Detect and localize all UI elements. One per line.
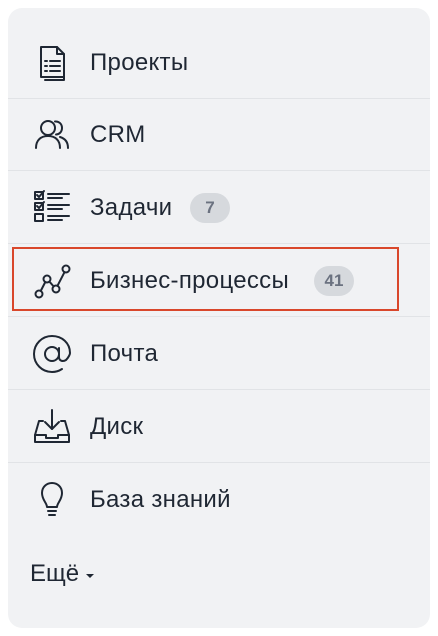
more-menu-toggle[interactable]: Ещё xyxy=(30,560,95,588)
menu-item-disk[interactable]: Диск xyxy=(8,391,430,463)
users-icon xyxy=(30,113,74,157)
menu-item-tasks[interactable]: Задачи 7 xyxy=(8,172,430,244)
menu-item-label: Бизнес-процессы xyxy=(90,267,290,294)
side-menu: Проекты CRM Задачи 7 Бизнес-процессы 41 … xyxy=(8,8,430,628)
tasks-count-badge: 7 xyxy=(190,193,230,223)
business-processes-count-badge: 41 xyxy=(314,266,354,296)
menu-item-business-processes[interactable]: Бизнес-процессы 41 xyxy=(8,245,430,317)
menu-item-crm[interactable]: CRM xyxy=(8,99,430,171)
menu-item-knowledge-base[interactable]: База знаний xyxy=(8,464,430,536)
document-icon xyxy=(30,41,74,85)
menu-item-label: Проекты xyxy=(90,49,189,76)
disk-download-icon xyxy=(30,405,74,449)
menu-item-label: Диск xyxy=(90,413,144,440)
menu-item-label: База знаний xyxy=(90,486,231,513)
menu-item-label: CRM xyxy=(90,121,146,148)
menu-item-projects[interactable]: Проекты xyxy=(8,27,430,99)
menu-item-label: Задачи xyxy=(90,194,173,221)
menu-item-label: Почта xyxy=(90,340,159,367)
workflow-icon xyxy=(30,259,74,303)
tasks-checklist-icon xyxy=(30,186,74,230)
at-sign-icon xyxy=(30,332,74,376)
more-label: Ещё xyxy=(30,560,80,587)
lightbulb-icon xyxy=(30,478,74,522)
menu-item-mail[interactable]: Почта xyxy=(8,318,430,390)
chevron-down-icon xyxy=(86,574,95,578)
